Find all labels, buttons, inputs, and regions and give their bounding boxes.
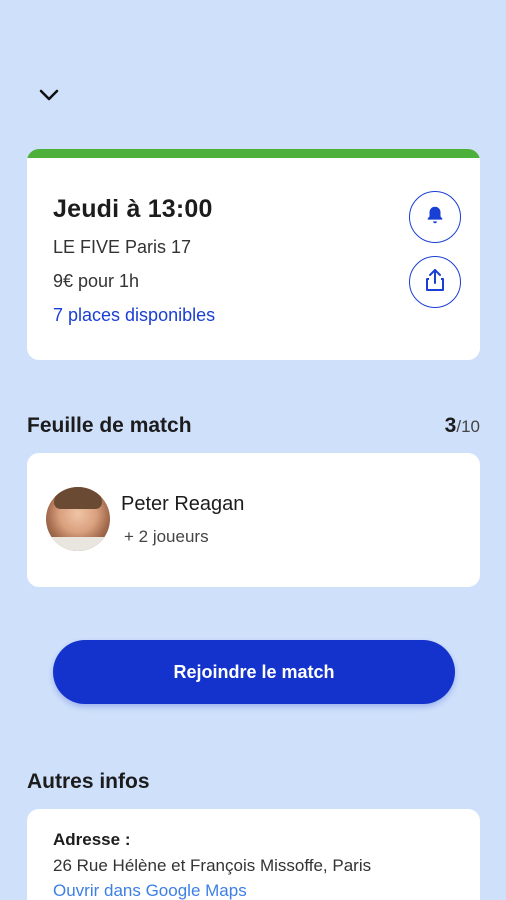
address-value: 26 Rue Hélène et François Missoffe, Pari… xyxy=(53,856,372,875)
avatar[interactable] xyxy=(46,487,110,551)
match-sheet-title: Feuille de match xyxy=(27,414,192,437)
places-available: 7 places disponibles xyxy=(53,305,216,325)
match-title: Jeudi à 13:00 xyxy=(53,195,213,223)
status-bar xyxy=(27,149,480,158)
player-count-current: 3 xyxy=(444,414,457,437)
share-button[interactable] xyxy=(409,256,461,308)
share-icon xyxy=(424,268,446,297)
venue-label: LE FIVE Paris 17 xyxy=(53,237,192,257)
notify-button[interactable] xyxy=(409,191,461,243)
player-name: Peter Reagan xyxy=(121,493,245,515)
player-count: 3/10 xyxy=(445,414,480,438)
chevron-down-icon[interactable] xyxy=(36,82,62,108)
bell-icon xyxy=(424,204,446,231)
extra-players: + 2 joueurs xyxy=(124,527,209,546)
join-match-button[interactable]: Rejoindre le match xyxy=(53,640,455,704)
price-label: 9€ pour 1h xyxy=(53,271,140,291)
other-info-title: Autres infos xyxy=(27,770,150,793)
player-count-total: /10 xyxy=(456,417,480,436)
address-label: Adresse : xyxy=(53,830,131,849)
google-maps-link[interactable]: Ouvrir dans Google Maps xyxy=(53,881,247,900)
